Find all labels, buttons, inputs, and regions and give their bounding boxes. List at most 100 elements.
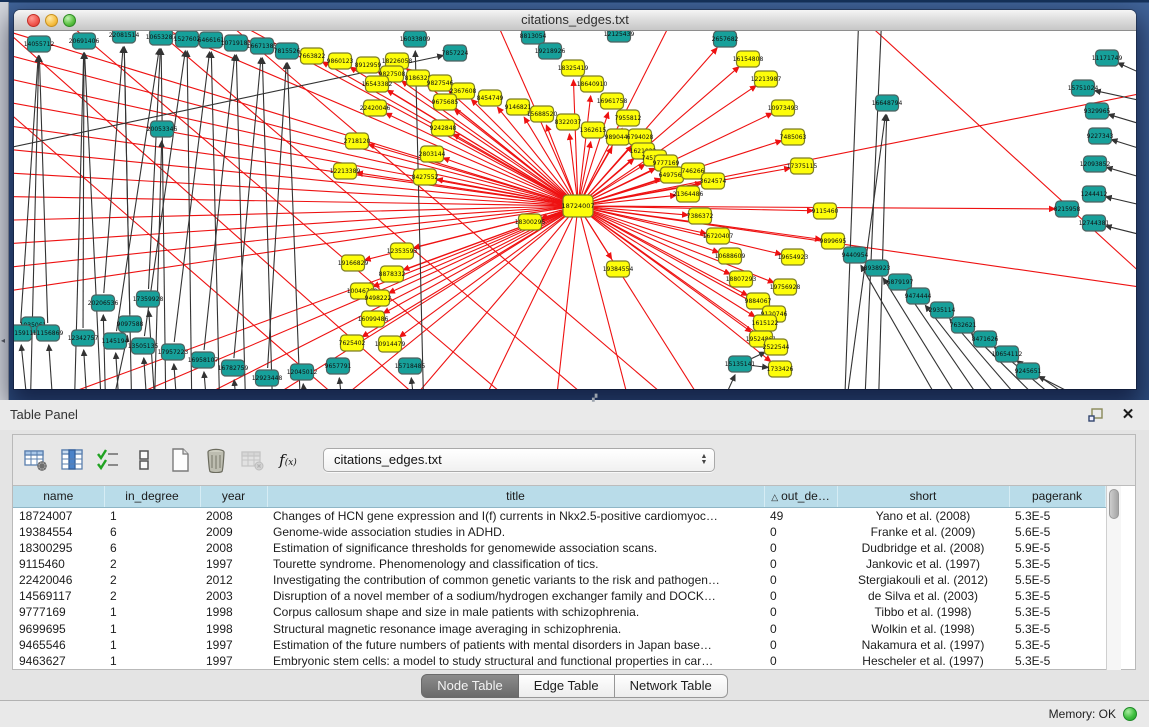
table-scrollbar-thumb[interactable]: [1109, 489, 1119, 519]
graph-edge[interactable]: [83, 53, 84, 328]
table-cell[interactable]: Jankovic et al. (1997): [837, 556, 1009, 572]
table-cell[interactable]: Structural magnetic resonance image aver…: [267, 620, 764, 636]
graph-node[interactable]: 10688609: [715, 248, 746, 264]
column-header-title[interactable]: title: [267, 486, 764, 507]
graph-node[interactable]: 10654112: [992, 346, 1023, 362]
graph-edge[interactable]: [1108, 114, 1136, 128]
graph-edge[interactable]: [268, 63, 287, 368]
graph-node[interactable]: 12353593: [387, 243, 418, 259]
table-cell[interactable]: Genome-wide association studies in ADHD.: [267, 524, 764, 540]
graph-edge[interactable]: [14, 207, 568, 271]
column-header-year[interactable]: year: [200, 486, 267, 507]
table-cell[interactable]: 5.3E-5: [1009, 620, 1105, 636]
table-cell[interactable]: 9463627: [13, 653, 104, 669]
graph-node[interactable]: 9242848: [430, 120, 457, 136]
table-cell[interactable]: Hescheler et al. (1997): [837, 653, 1009, 669]
graph-edge[interactable]: [204, 372, 208, 389]
table-cell[interactable]: 2: [104, 588, 200, 604]
graph-node[interactable]: 1244412: [1081, 186, 1108, 202]
column-header-pagerank[interactable]: pagerank: [1009, 486, 1105, 507]
table-cell[interactable]: 0: [764, 653, 837, 669]
table-cell[interactable]: de Silva et al. (2003): [837, 588, 1009, 604]
graph-edge[interactable]: [14, 46, 568, 203]
table-cell[interactable]: 1: [104, 604, 200, 620]
table-cell[interactable]: Franke et al. (2009): [837, 524, 1009, 540]
graph-edge[interactable]: [580, 142, 591, 196]
graph-edge[interactable]: [84, 350, 88, 389]
table-cell[interactable]: 1: [104, 653, 200, 669]
table-cell[interactable]: Wolkin et al. (1998): [837, 620, 1009, 636]
function-builder-button[interactable]: f(x): [273, 445, 303, 475]
table-row[interactable]: 1938455462009Genome-wide association stu…: [13, 524, 1105, 540]
graph-node[interactable]: 8471626: [972, 331, 999, 347]
table-cell[interactable]: 18724007: [13, 507, 104, 524]
table-cell[interactable]: Corpus callosum shape and size in male p…: [267, 604, 764, 620]
graph-edge[interactable]: [144, 358, 148, 389]
table-cell[interactable]: 1: [104, 620, 200, 636]
table-selector-dropdown[interactable]: citations_edges.txt ▲▼: [323, 448, 715, 472]
graph-node[interactable]: 7857224: [442, 45, 469, 61]
graph-node[interactable]: 7625402: [339, 335, 366, 351]
graph-node[interactable]: 12923448: [252, 370, 283, 386]
graph-node[interactable]: 9245651: [1015, 363, 1042, 379]
graph-edge[interactable]: [579, 96, 590, 196]
graph-edge[interactable]: [21, 345, 29, 389]
graph-edge[interactable]: [339, 378, 344, 389]
graph-node[interactable]: 10914479: [375, 336, 406, 352]
graph-node[interactable]: 9899695: [820, 233, 847, 249]
graph-edge[interactable]: [14, 207, 568, 296]
graph-node[interactable]: 7386372: [687, 208, 714, 224]
close-panel-icon[interactable]: ✕: [1119, 406, 1137, 424]
graph-node[interactable]: 8878332: [379, 266, 406, 282]
table-row[interactable]: 911546021997Tourette syndrome. Phenomeno…: [13, 556, 1105, 572]
graph-node[interactable]: 9860123: [327, 53, 354, 69]
table-cell[interactable]: 49: [764, 507, 837, 524]
graph-node[interactable]: 16099486: [358, 311, 389, 327]
graph-edge[interactable]: [161, 49, 166, 389]
graph-node[interactable]: 12045012: [287, 364, 318, 380]
graph-node[interactable]: 17375115: [787, 158, 818, 174]
graph-node[interactable]: 22420046: [360, 100, 391, 116]
table-cell[interactable]: 0: [764, 540, 837, 556]
table-row[interactable]: 1830029562008Estimation of significance …: [13, 540, 1105, 556]
table-cell[interactable]: 0: [764, 572, 837, 588]
table-cell[interactable]: 0: [764, 637, 837, 653]
graph-edge[interactable]: [844, 31, 859, 389]
graph-node[interactable]: 11156869: [33, 325, 64, 341]
table-cell[interactable]: Nakamura et al. (1997): [837, 637, 1009, 653]
table-cell[interactable]: 9115460: [13, 556, 104, 572]
window-close-button[interactable]: [27, 14, 40, 27]
graph-edge[interactable]: [204, 55, 235, 350]
table-cell[interactable]: Tibbo et al. (1998): [837, 604, 1009, 620]
graph-node[interactable]: 9498222: [365, 290, 392, 306]
column-header-short[interactable]: short: [837, 486, 1009, 507]
graph-node[interactable]: 16720407: [703, 228, 734, 244]
graph-node[interactable]: 12213987: [751, 71, 782, 87]
table-cell[interactable]: Tourette syndrome. Phenomenology and cla…: [267, 556, 764, 572]
graph-node[interactable]: 10653287: [146, 31, 177, 45]
table-cell[interactable]: 1997: [200, 556, 267, 572]
graph-node[interactable]: 1615122: [752, 315, 779, 331]
table-row[interactable]: 1872400712008Changes of HCN gene express…: [13, 507, 1105, 524]
table-row[interactable]: 2242004622012Investigating the contribut…: [13, 572, 1105, 588]
graph-edge[interactable]: [1106, 226, 1136, 238]
table-cell[interactable]: 2: [104, 572, 200, 588]
table-cell[interactable]: 2: [104, 556, 200, 572]
table-cell[interactable]: Dudbridge et al. (2008): [837, 540, 1009, 556]
graph-node[interactable]: 8322037: [555, 114, 582, 130]
table-row[interactable]: 946362711997Embryonic stem cells: a mode…: [13, 653, 1105, 669]
graph-node[interactable]: 20206536: [88, 295, 119, 311]
graph-edge[interactable]: [714, 375, 735, 389]
tab-node-table[interactable]: Node Table: [421, 674, 519, 698]
table-cell[interactable]: Stergiakouli et al. (2012): [837, 572, 1009, 588]
table-cell[interactable]: 0: [764, 524, 837, 540]
graph-node[interactable]: 18325419: [558, 60, 589, 76]
graph-node[interactable]: 16033809: [400, 31, 431, 47]
table-cell[interactable]: 1998: [200, 620, 267, 636]
table-cell[interactable]: 18300295: [13, 540, 104, 556]
table-cell[interactable]: 5.3E-5: [1009, 637, 1105, 653]
table-cell[interactable]: 5.3E-5: [1009, 507, 1105, 524]
window-zoom-button[interactable]: [63, 14, 76, 27]
graph-node[interactable]: 1362615: [580, 122, 607, 138]
table-row[interactable]: 946554611997Estimation of the future num…: [13, 637, 1105, 653]
